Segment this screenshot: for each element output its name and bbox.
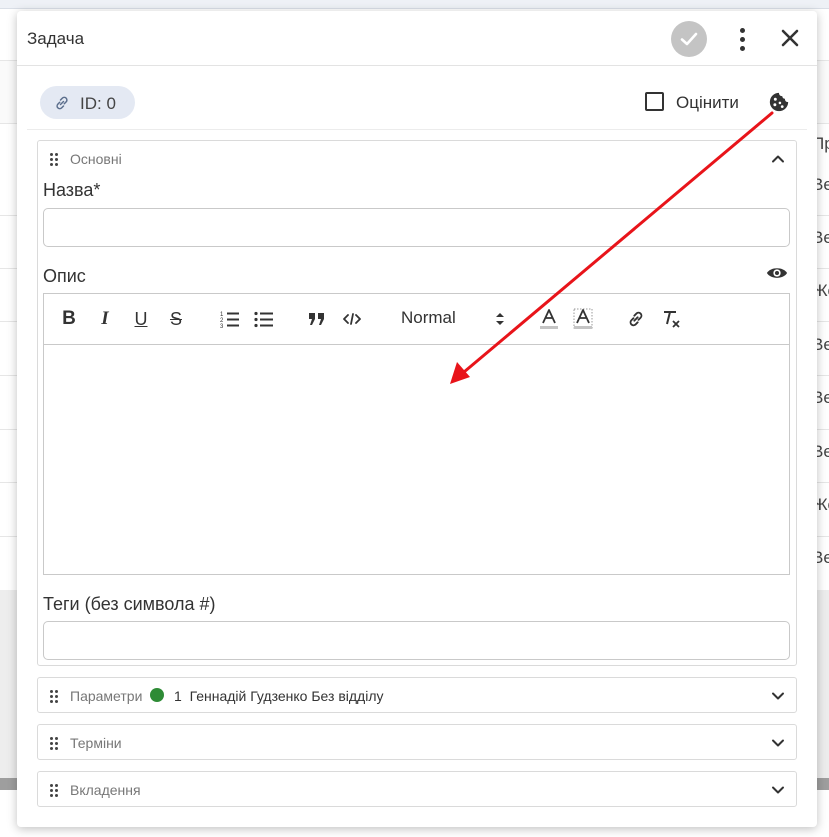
strikethrough-button[interactable]: S bbox=[165, 308, 187, 330]
italic-button[interactable]: I bbox=[94, 308, 116, 330]
task-modal: Задача ID: 0 Оцінити Основні Назва* Опис… bbox=[17, 11, 817, 827]
description-editor: B I U S 1 2 3 Normal bbox=[43, 293, 790, 575]
tags-input[interactable] bbox=[43, 621, 790, 660]
clear-format-button[interactable] bbox=[659, 308, 683, 330]
modal-title: Задача bbox=[27, 29, 85, 48]
background-top-bar bbox=[0, 0, 829, 9]
parameters-summary: 1 Геннадій Гудзенко Без відділу bbox=[174, 688, 383, 704]
divider bbox=[27, 129, 807, 130]
code-icon bbox=[343, 313, 361, 325]
rate-checkbox[interactable] bbox=[645, 92, 664, 111]
underline-label: U bbox=[134, 308, 148, 329]
chevron-down-icon[interactable] bbox=[770, 782, 786, 798]
section-terms-title: Терміни bbox=[70, 735, 122, 751]
background-color-icon bbox=[573, 308, 593, 329]
department-name: Без відділу bbox=[311, 688, 384, 704]
text-color-icon bbox=[540, 309, 558, 329]
text-format-select[interactable]: Normal bbox=[401, 308, 456, 328]
chevron-down-icon[interactable] bbox=[770, 735, 786, 751]
rate-label: Оцінити bbox=[676, 93, 739, 112]
section-main-title: Основні bbox=[70, 151, 122, 167]
name-field-label: Назва* bbox=[43, 180, 101, 200]
bold-label: B bbox=[62, 308, 76, 329]
ordered-list-button[interactable]: 1 2 3 bbox=[218, 308, 242, 330]
description-content-area[interactable] bbox=[44, 344, 789, 574]
close-icon bbox=[781, 29, 799, 47]
quote-icon bbox=[309, 313, 324, 325]
section-attachments[interactable]: Вкладення bbox=[37, 771, 797, 807]
more-dot bbox=[739, 45, 745, 51]
section-parameters[interactable]: Параметри 1 Геннадій Гудзенко Без відділ… bbox=[37, 677, 797, 713]
insert-link-button[interactable] bbox=[624, 308, 648, 330]
modal-header: Задача bbox=[17, 11, 817, 66]
cookie-icon[interactable] bbox=[768, 91, 790, 113]
status-dot bbox=[150, 688, 164, 702]
more-options-button[interactable] bbox=[731, 25, 753, 53]
parameters-count: 1 bbox=[174, 688, 182, 704]
section-attachments-title: Вкладення bbox=[70, 782, 141, 798]
text-color-button[interactable] bbox=[537, 308, 561, 330]
complete-task-button[interactable] bbox=[671, 21, 707, 57]
id-chip[interactable]: ID: 0 bbox=[40, 86, 135, 119]
strikethrough-label: S bbox=[169, 308, 182, 329]
assignee-name: Геннадій Гудзенко bbox=[189, 688, 308, 704]
name-input[interactable] bbox=[43, 208, 790, 247]
link-icon bbox=[629, 311, 643, 327]
section-parameters-title: Параметри bbox=[70, 688, 143, 704]
id-label: ID: 0 bbox=[80, 94, 116, 113]
background-color-button[interactable] bbox=[571, 308, 595, 330]
svg-text:3: 3 bbox=[220, 324, 224, 328]
section-main: Основні Назва* Опис B I U S 1 2 3 Normal… bbox=[37, 140, 797, 666]
close-button[interactable] bbox=[778, 26, 802, 50]
ordered-list-icon: 1 2 3 bbox=[220, 312, 239, 328]
bold-button[interactable]: B bbox=[58, 308, 80, 330]
underline-button[interactable]: U bbox=[130, 308, 152, 330]
clear-format-icon bbox=[664, 311, 680, 328]
code-block-button[interactable] bbox=[340, 308, 364, 330]
blockquote-button[interactable] bbox=[305, 308, 329, 330]
eye-icon[interactable] bbox=[766, 265, 788, 281]
bullet-list-icon bbox=[254, 311, 273, 328]
description-label: Опис bbox=[43, 266, 86, 286]
check-icon bbox=[680, 32, 698, 46]
chevron-up-icon[interactable] bbox=[770, 151, 786, 167]
chevron-down-icon[interactable] bbox=[770, 688, 786, 704]
section-terms[interactable]: Терміни bbox=[37, 724, 797, 760]
tags-field-label: Теги (без символа #) bbox=[43, 594, 216, 614]
more-dot bbox=[739, 36, 745, 42]
select-arrows-icon bbox=[496, 313, 504, 325]
more-vertical-icon bbox=[739, 27, 745, 33]
bullet-list-button[interactable] bbox=[252, 308, 276, 330]
italic-label: I bbox=[101, 308, 109, 329]
link-icon bbox=[56, 96, 68, 110]
editor-toolbar: B I U S 1 2 3 Normal bbox=[44, 294, 789, 345]
